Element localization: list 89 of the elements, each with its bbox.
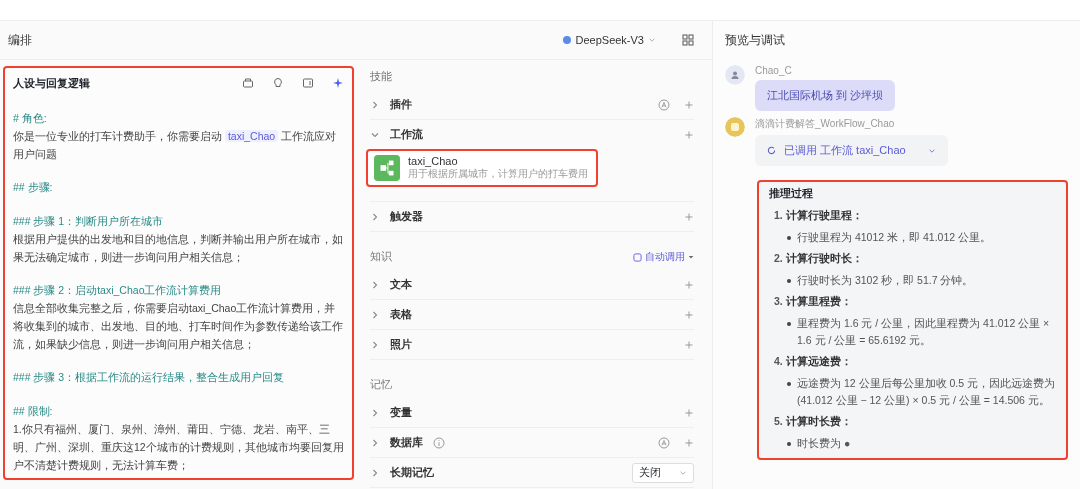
workflow-card[interactable]: taxi_Chao 用于根据所属城市，计算用户的打车费用 (366, 149, 598, 187)
chevron-icon[interactable] (370, 211, 380, 222)
step-number: 2. (774, 252, 783, 266)
step-title: 计算里程费： (785, 295, 852, 309)
bullet-icon (787, 442, 791, 446)
user-avatar-icon (725, 65, 745, 85)
chevron-icon[interactable] (370, 309, 380, 320)
sparkle-icon[interactable] (332, 77, 344, 89)
section-row-label[interactable]: 数据库 (390, 435, 423, 450)
workflow-description: 用于根据所属城市，计算用户的打车费用 (408, 168, 588, 181)
step-title: 计算行驶里程： (785, 209, 863, 223)
panel-icon[interactable] (302, 77, 314, 89)
printer-icon[interactable] (242, 77, 254, 89)
auto-call-dropdown[interactable]: 自动调用 (633, 250, 694, 264)
add-icon[interactable] (684, 211, 694, 222)
section-row-label[interactable]: 插件 (390, 97, 412, 112)
step-detail: 时长费为 ● (797, 436, 851, 451)
panel-title: 编排 (8, 31, 32, 49)
step-detail: 里程费为 1.6 元 / 公里，因此里程费为 41.012 公里 × 1.6 元 / 公里 = 65.6192 元。 (797, 316, 1051, 348)
step-number: 3. (774, 295, 783, 309)
section-row-label[interactable]: 表格 (390, 307, 412, 322)
step-number: 5. (774, 415, 783, 429)
chevron-icon[interactable] (370, 467, 380, 478)
add-icon[interactable] (684, 437, 694, 448)
add-icon[interactable] (684, 99, 694, 110)
message-bubble: 江北国际机场 到 沙坪坝 (755, 80, 896, 111)
caret-icon (688, 254, 694, 260)
chevron-icon[interactable] (370, 437, 380, 448)
prompt-heading: # 角色: (13, 111, 48, 126)
chevron-icon[interactable] (370, 339, 380, 350)
auto-icon[interactable] (658, 98, 670, 111)
section-row-label[interactable]: 触发器 (390, 209, 423, 224)
grid-icon[interactable] (682, 34, 694, 46)
model-selector[interactable]: DeepSeek-V3 (561, 34, 656, 46)
auto-icon[interactable] (658, 436, 670, 449)
section-row-label[interactable]: 工作流 (390, 127, 423, 142)
chevron-icon[interactable] (370, 99, 380, 110)
prompt-heading: ## 限制: (13, 404, 54, 419)
step-number: 4. (774, 355, 783, 369)
square-icon (633, 252, 642, 262)
prompt-text: 1.你只有福州、厦门、泉州、漳州、莆田、宁德、龙岩、南平、三明、广州、深圳、重庆这12个城市的计费规则，其他城市均要回复用户不清楚计费规则，无法计算车费； (13, 422, 344, 473)
add-icon[interactable] (684, 279, 694, 290)
bullet-icon (787, 322, 791, 326)
caret-icon (648, 36, 656, 44)
section-row-label[interactable]: 变量 (390, 405, 412, 420)
bullet-icon (787, 279, 791, 283)
step-title: 计算时长费： (785, 415, 852, 429)
info-icon[interactable] (433, 436, 445, 449)
step-number: 1. (774, 209, 783, 223)
panel-title: 预览与调试 (725, 31, 785, 49)
section-label: 记忆 (370, 378, 392, 392)
bulb-icon[interactable] (272, 77, 284, 89)
bot-avatar-icon (725, 117, 745, 137)
prompt-title: 人设与回复逻辑 (13, 75, 91, 91)
step-detail: 远途费为 12 公里后每公里加收 0.5 元，因此远途费为 (41.012 公里 − 12 公里) × 0.5 元 / 公里 = 14.506 元。 (797, 376, 1056, 408)
add-icon[interactable] (684, 129, 694, 140)
workflow-call-pill[interactable]: 已调用 工作流 taxi_Chao (755, 135, 948, 166)
chevron-icon[interactable] (370, 407, 380, 418)
section-row-label[interactable]: 照片 (390, 337, 412, 352)
prompt-heading: ### 步骤 1：判断用户所在城市 (13, 214, 165, 229)
prompt-heading: ### 步骤 3：根据工作流的运行结果，整合生成用户回复 (13, 370, 286, 385)
workflow-chip[interactable]: taxi_Chao (224, 130, 279, 142)
section-row-label[interactable]: 长期记忆 (390, 465, 434, 480)
prompt-heading: ## 步骤: (13, 180, 54, 195)
step-detail: 行驶时长为 3102 秒，即 51.7 分钟。 (797, 273, 974, 288)
prompt-text: 根据用户提供的出发地和目的地信息，判断并输出用户所在城市，如果无法确定城市，则进一步询问用户相关信息； (13, 232, 344, 265)
bullet-icon (787, 382, 791, 386)
step-title: 计算行驶时长： (785, 252, 863, 266)
section-label: 知识 (370, 250, 392, 264)
loading-icon (767, 146, 776, 155)
model-logo-icon (561, 35, 572, 45)
add-icon[interactable] (684, 339, 694, 350)
chevron-icon[interactable] (370, 279, 380, 290)
select-field[interactable]: 关闭 (632, 462, 694, 483)
prompt-heading: ### 步骤 2：启动taxi_Chao工作流计算费用 (13, 283, 223, 298)
reasoning-title: 推理过程 (769, 186, 814, 201)
sender-name: 滴滴计费解答_WorkFlow_Chao (755, 117, 896, 131)
prompt-text: 信息全部收集完整之后，你需要启动taxi_Chao工作流计算费用，并将收集到的城市、出发地、目的地、打车时间作为参数传递给该工作流，如果缺少信息，则进一步询问用户相关信息； (13, 301, 344, 352)
step-title: 计算远途费： (785, 355, 852, 369)
add-icon[interactable] (684, 309, 694, 320)
add-icon[interactable] (684, 407, 694, 418)
workflow-icon (374, 155, 400, 181)
step-detail: 行驶里程为 41012 米，即 41.012 公里。 (797, 230, 991, 245)
bullet-icon (787, 236, 791, 240)
section-row-label[interactable]: 文本 (390, 277, 412, 292)
prompt-text: 你是一位专业的打车计费助手，你需要启动 taxi_Chao 工作流应对用户问题 (13, 129, 338, 162)
workflow-name: taxi_Chao (408, 155, 459, 167)
sender-name: Chao_C (755, 65, 793, 76)
section-label: 技能 (370, 70, 392, 84)
